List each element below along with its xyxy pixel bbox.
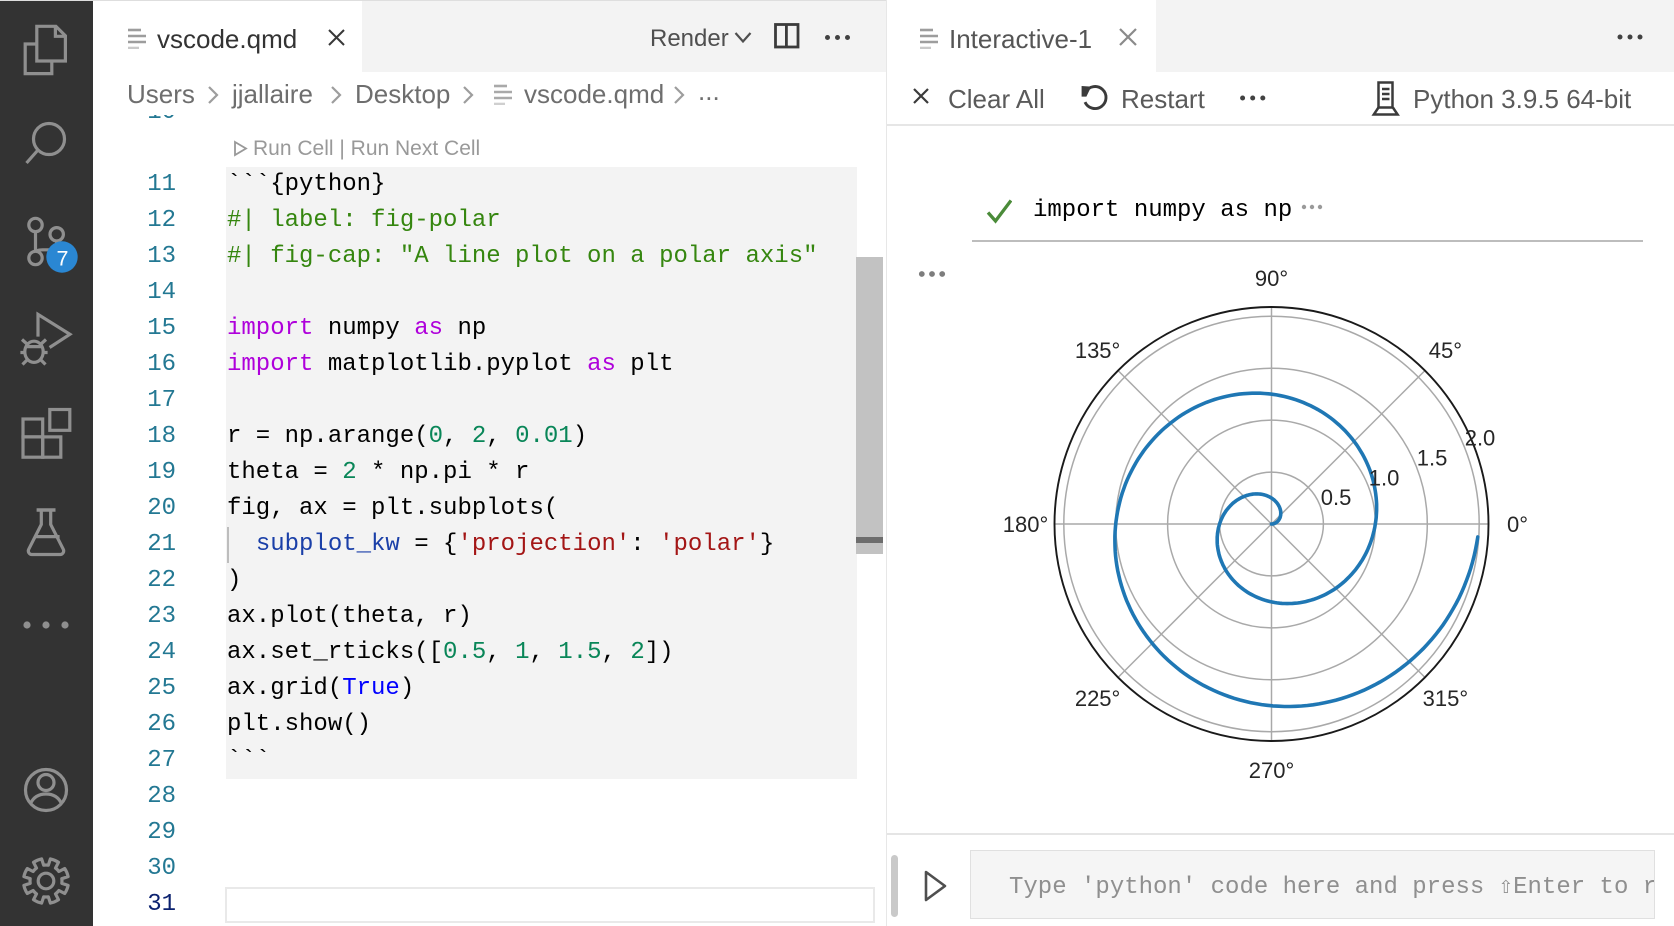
svg-text:135°: 135° [1075, 338, 1121, 363]
svg-text:90°: 90° [1255, 266, 1288, 291]
svg-text:180°: 180° [1003, 512, 1049, 537]
svg-text:270°: 270° [1249, 758, 1295, 783]
svg-text:1.0: 1.0 [1369, 465, 1400, 490]
svg-text:315°: 315° [1423, 686, 1469, 711]
svg-text:1.5: 1.5 [1417, 446, 1448, 471]
svg-text:0°: 0° [1507, 512, 1528, 537]
svg-text:2.0: 2.0 [1465, 426, 1496, 451]
svg-text:45°: 45° [1429, 338, 1462, 363]
svg-text:225°: 225° [1075, 686, 1121, 711]
svg-text:0.5: 0.5 [1321, 485, 1352, 510]
